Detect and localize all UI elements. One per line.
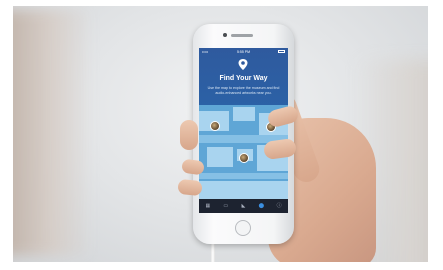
left-finger <box>180 120 198 150</box>
map-room <box>207 147 233 167</box>
battery-icon <box>278 50 285 53</box>
home-button[interactable] <box>235 220 251 236</box>
map-room <box>199 181 288 199</box>
tab-collection[interactable]: ▭ <box>220 200 232 212</box>
grid-icon: ▦ <box>205 203 211 209</box>
map-room <box>233 107 255 121</box>
smartphone: ••••• 5:55 PM Find Your Way Use the map … <box>193 24 294 244</box>
image-border <box>0 262 443 270</box>
tab-grid[interactable]: ▦ <box>202 200 214 212</box>
image-border <box>428 0 443 270</box>
tours-icon: ◣ <box>241 203 246 209</box>
tab-info[interactable]: ⓘ <box>273 200 285 212</box>
tab-bar: ▦ ▭ ◣ ⬤ ⓘ <box>199 199 288 213</box>
screen-description: Use the map to explore the museum and fi… <box>207 86 280 95</box>
front-camera <box>223 33 227 37</box>
map-corridor <box>199 173 288 179</box>
tab-tours[interactable]: ◣ <box>237 200 249 212</box>
collection-icon: ▭ <box>223 203 229 209</box>
map-pin-logo-icon <box>238 59 248 70</box>
artwork-marker[interactable] <box>239 153 249 163</box>
screen-title: Find Your Way <box>219 75 268 82</box>
image-border <box>0 0 443 6</box>
status-bar: ••••• 5:55 PM <box>199 48 288 56</box>
blurred-background-object <box>0 10 92 255</box>
info-icon: ⓘ <box>276 203 282 209</box>
artwork-marker[interactable] <box>210 121 220 131</box>
phone-screen: ••••• 5:55 PM Find Your Way Use the map … <box>199 48 288 213</box>
tab-map[interactable]: ⬤ <box>255 200 267 212</box>
earpiece-speaker <box>231 34 253 37</box>
signal-icon: ••••• <box>202 50 209 54</box>
image-border <box>0 0 13 270</box>
left-finger <box>177 178 203 197</box>
status-time: 5:55 PM <box>236 50 251 54</box>
map-pin-icon: ⬤ <box>258 203 265 209</box>
